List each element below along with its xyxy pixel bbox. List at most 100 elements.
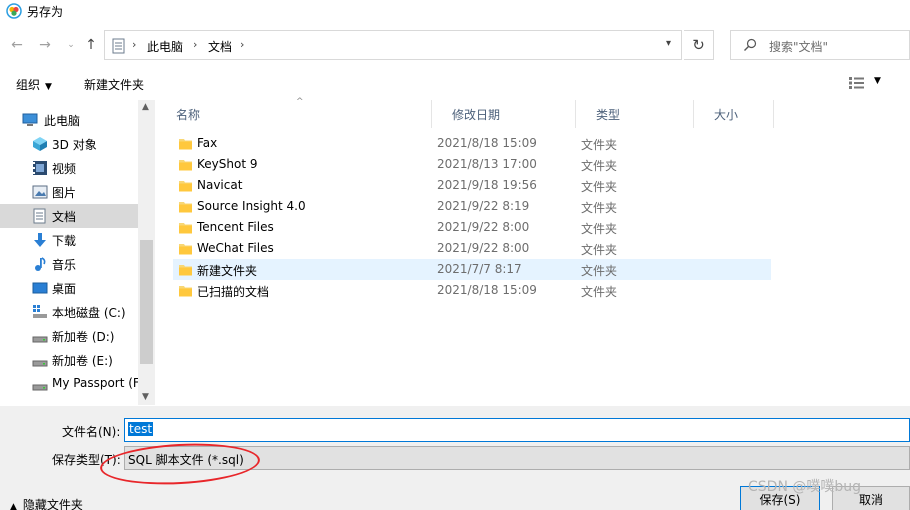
breadcrumb-documents[interactable]: 文档	[208, 38, 232, 55]
window-title: 另存为	[27, 5, 64, 19]
file-name: 新建文件夹	[197, 264, 258, 278]
caret-down-icon: ▼	[45, 82, 52, 92]
file-name: WeChat Files	[197, 241, 274, 255]
filename-field[interactable]: test	[124, 418, 910, 442]
hide-folders-label: 隐藏文件夹	[22, 498, 83, 510]
filetype-label: 保存类型(T):	[52, 453, 121, 467]
column-header-type[interactable]: 类型	[576, 100, 694, 128]
breadcrumb-separator-icon[interactable]: ›	[193, 38, 197, 51]
column-header-date[interactable]: 修改日期	[432, 100, 576, 128]
file-type: 文件夹	[581, 138, 618, 152]
search-icon	[744, 38, 757, 51]
scroll-down-icon[interactable]: ▼	[142, 392, 149, 402]
sidebar-item-desktop[interactable]: 桌面	[0, 276, 138, 300]
column-header-size[interactable]: 大小	[694, 100, 774, 128]
file-date: 2021/9/22 8:19	[437, 199, 530, 213]
sidebar-item-this-pc[interactable]: 此电脑	[0, 108, 138, 132]
title-bar: 另存为	[0, 0, 910, 22]
organize-button[interactable]: 组织 ▼	[16, 76, 52, 93]
file-type: 文件夹	[581, 159, 618, 173]
file-date: 2021/9/22 8:00	[437, 220, 530, 234]
music-icon	[35, 257, 46, 271]
filename-label: 文件名(N):	[62, 425, 121, 439]
cube-3d-icon	[33, 137, 47, 151]
scroll-up-icon[interactable]: ▲	[142, 102, 149, 112]
sidebar-item-label: 视频	[52, 162, 77, 176]
table-row[interactable]: KeyShot 9 2021/8/13 17:00 文件夹	[173, 154, 771, 175]
breadcrumb-separator-icon[interactable]: ›	[240, 38, 244, 51]
computer-icon	[22, 113, 38, 126]
save-form: 文件名(N): test 保存类型(T): SQL 脚本文件 (*.sql) ▲…	[0, 406, 910, 510]
folder-icon	[179, 244, 192, 255]
new-folder-button[interactable]: 新建文件夹	[84, 76, 144, 93]
folder-icon	[179, 160, 192, 171]
sidebar-item-documents[interactable]: 文档	[0, 204, 138, 228]
filetype-value: SQL 脚本文件 (*.sql)	[128, 453, 244, 467]
table-row[interactable]: Fax 2021/8/18 15:09 文件夹	[173, 133, 771, 154]
file-list: 名称 ^ 修改日期 类型 大小 Fax 2021/8/18 15:09 文件夹 …	[156, 97, 910, 405]
breadcrumb-this-pc[interactable]: 此电脑	[147, 38, 183, 55]
folder-icon	[179, 139, 192, 150]
back-arrow-icon[interactable]: ←	[8, 36, 26, 54]
file-date: 2021/9/18 19:56	[437, 178, 537, 192]
folder-icon	[179, 181, 192, 192]
organize-label: 组织	[16, 78, 41, 92]
scrollbar-thumb[interactable]	[140, 240, 153, 364]
recent-chevron-down-icon[interactable]: ⌄	[62, 36, 80, 54]
up-arrow-icon[interactable]: ↑	[82, 36, 100, 54]
view-caret-down-icon[interactable]: ▼	[874, 76, 881, 86]
view-options-icon[interactable]	[848, 76, 866, 90]
sidebar-item-drive-d[interactable]: 新加卷 (D:)	[0, 324, 138, 348]
folder-icon	[179, 223, 192, 234]
folder-icon	[179, 202, 192, 213]
desktop-icon	[32, 282, 48, 294]
hide-folders-button[interactable]: ▲ 隐藏文件夹	[10, 496, 83, 510]
sidebar-item-label: 3D 对象	[52, 138, 97, 152]
file-type: 文件夹	[581, 243, 618, 257]
table-row[interactable]: 新建文件夹 2021/7/7 8:17 文件夹	[173, 259, 771, 280]
file-name: Source Insight 4.0	[197, 199, 306, 213]
sidebar-item-local-disk-c[interactable]: 本地磁盘 (C:)	[0, 300, 138, 324]
table-row[interactable]: Source Insight 4.0 2021/9/22 8:19 文件夹	[173, 196, 771, 217]
table-row[interactable]: Tencent Files 2021/9/22 8:00 文件夹	[173, 217, 771, 238]
table-row[interactable]: 已扫描的文档 2021/8/18 15:09 文件夹	[173, 280, 771, 301]
forward-arrow-icon[interactable]: →	[36, 36, 54, 54]
column-header-name[interactable]: 名称 ^	[156, 97, 432, 128]
sidebar-item-music[interactable]: 音乐	[0, 252, 138, 276]
document-location-icon	[112, 38, 125, 54]
sidebar-item-label: 桌面	[52, 282, 77, 296]
sidebar-item-my-passport[interactable]: My Passport (F	[0, 372, 140, 396]
table-row[interactable]: Navicat 2021/9/18 19:56 文件夹	[173, 175, 771, 196]
file-type: 文件夹	[581, 201, 618, 215]
file-date: 2021/8/18 15:09	[437, 136, 537, 150]
file-name: 已扫描的文档	[197, 285, 270, 299]
search-input[interactable]: 搜索"文档"	[769, 38, 828, 55]
filename-value: test	[128, 422, 154, 436]
sidebar-item-downloads[interactable]: 下载	[0, 228, 138, 252]
file-name: KeyShot 9	[197, 157, 258, 171]
refresh-icon[interactable]: ↻	[684, 30, 714, 60]
address-bar[interactable]: › 此电脑 › 文档 › ▾	[104, 30, 682, 60]
sidebar-item-label: My Passport (F	[52, 376, 140, 390]
filetype-select[interactable]: SQL 脚本文件 (*.sql)	[124, 446, 910, 470]
search-box[interactable]: 搜索"文档"	[730, 30, 910, 60]
table-row[interactable]: WeChat Files 2021/9/22 8:00 文件夹	[173, 238, 771, 259]
app-icon	[6, 3, 22, 19]
folder-icon	[179, 286, 192, 297]
document-icon	[33, 208, 46, 224]
command-toolbar: 组织 ▼ 新建文件夹 ▼	[0, 68, 910, 98]
breadcrumb-separator-icon[interactable]: ›	[132, 38, 136, 51]
sidebar-item-drive-e[interactable]: 新加卷 (E:)	[0, 348, 138, 372]
sidebar-scrollbar[interactable]: ▲ ▼	[138, 100, 155, 405]
chevron-up-icon: ▲	[10, 502, 17, 510]
address-dropdown-icon[interactable]: ▾	[666, 38, 671, 49]
sidebar-item-3d-objects[interactable]: 3D 对象	[0, 132, 138, 156]
file-date: 2021/8/18 15:09	[437, 283, 537, 297]
local-disk-icon	[33, 305, 47, 318]
folder-icon	[179, 265, 192, 276]
drive-icon	[32, 384, 48, 391]
sidebar-item-videos[interactable]: 视频	[0, 156, 138, 180]
sidebar-item-label: 图片	[52, 186, 77, 200]
sidebar-item-pictures[interactable]: 图片	[0, 180, 138, 204]
sidebar-item-label: 新加卷 (D:)	[52, 330, 115, 344]
